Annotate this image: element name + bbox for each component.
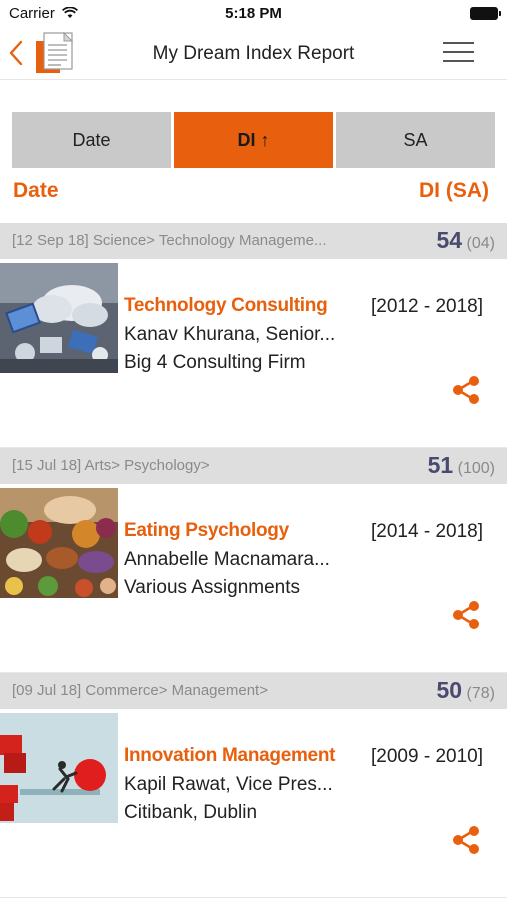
nav-bar: My Dream Index Report: [0, 28, 507, 80]
sa-score: (100): [457, 460, 495, 477]
entry-person: Kanav Khurana, Senior...: [124, 324, 336, 345]
report-entry[interactable]: [09 Jul 18] Commerce> Management> 50 (78…: [0, 673, 507, 898]
battery-icon: [470, 7, 501, 20]
share-icon[interactable]: [451, 375, 481, 410]
entry-breadcrumb: [12 Sep 18] Science> Technology Manageme…: [12, 232, 327, 249]
list-header-di-sa: DI (SA): [419, 179, 489, 202]
entry-organization: Various Assignments: [124, 577, 301, 598]
page-title: My Dream Index Report: [152, 43, 355, 64]
entry-years: [2012 - 2018]: [371, 296, 483, 317]
entry-title[interactable]: Technology Consulting: [124, 295, 328, 317]
di-score: 54: [436, 227, 463, 253]
sort-segmented-control: Date DI ↑ SA: [12, 112, 495, 168]
divider: [0, 897, 507, 898]
sa-score: (04): [466, 235, 495, 252]
sort-tab-sa[interactable]: SA: [336, 112, 495, 168]
entry-thumbnail-innovation: [0, 713, 118, 823]
share-icon[interactable]: [451, 600, 481, 635]
di-score: 50: [436, 677, 463, 703]
sort-tab-di[interactable]: DI ↑: [174, 112, 336, 168]
entry-header: [12 Sep 18] Science> Technology Manageme…: [0, 223, 507, 259]
di-score: 51: [427, 452, 454, 478]
entry-title[interactable]: Eating Psychology: [124, 520, 289, 542]
entry-years: [2014 - 2018]: [371, 521, 483, 542]
sort-tab-date[interactable]: Date: [12, 112, 174, 168]
list-header-date: Date: [13, 179, 59, 202]
entry-person: Kapil Rawat, Vice Pres...: [124, 774, 333, 795]
entry-header: [09 Jul 18] Commerce> Management> 50 (78…: [0, 673, 507, 709]
entry-thumbnail-food: [0, 488, 118, 598]
report-entry[interactable]: [15 Jul 18] Arts> Psychology> 51 (100) E…: [0, 448, 507, 673]
share-icon[interactable]: [451, 825, 481, 860]
entry-breadcrumb: [15 Jul 18] Arts> Psychology>: [12, 457, 210, 474]
entry-organization: Citibank, Dublin: [124, 802, 258, 823]
report-entry[interactable]: [12 Sep 18] Science> Technology Manageme…: [0, 223, 507, 448]
entry-thumbnail-tech: [0, 263, 118, 373]
entry-score: 50 (78): [437, 677, 496, 704]
entry-years: [2009 - 2010]: [371, 746, 483, 767]
sa-score: (78): [466, 685, 495, 702]
clock: 5:18 PM: [225, 5, 282, 22]
entry-header: [15 Jul 18] Arts> Psychology> 51 (100): [0, 448, 507, 484]
status-bar: Carrier 5:18 PM: [0, 0, 507, 28]
entry-score: 51 (100): [428, 452, 495, 479]
entry-title[interactable]: Innovation Management: [124, 745, 335, 767]
entry-breadcrumb: [09 Jul 18] Commerce> Management>: [12, 682, 268, 699]
hamburger-menu-icon[interactable]: [443, 42, 474, 64]
entry-organization: Big 4 Consulting Firm: [124, 352, 306, 373]
entry-score: 54 (04): [437, 227, 496, 254]
entry-person: Annabelle Macnamara...: [124, 549, 330, 570]
